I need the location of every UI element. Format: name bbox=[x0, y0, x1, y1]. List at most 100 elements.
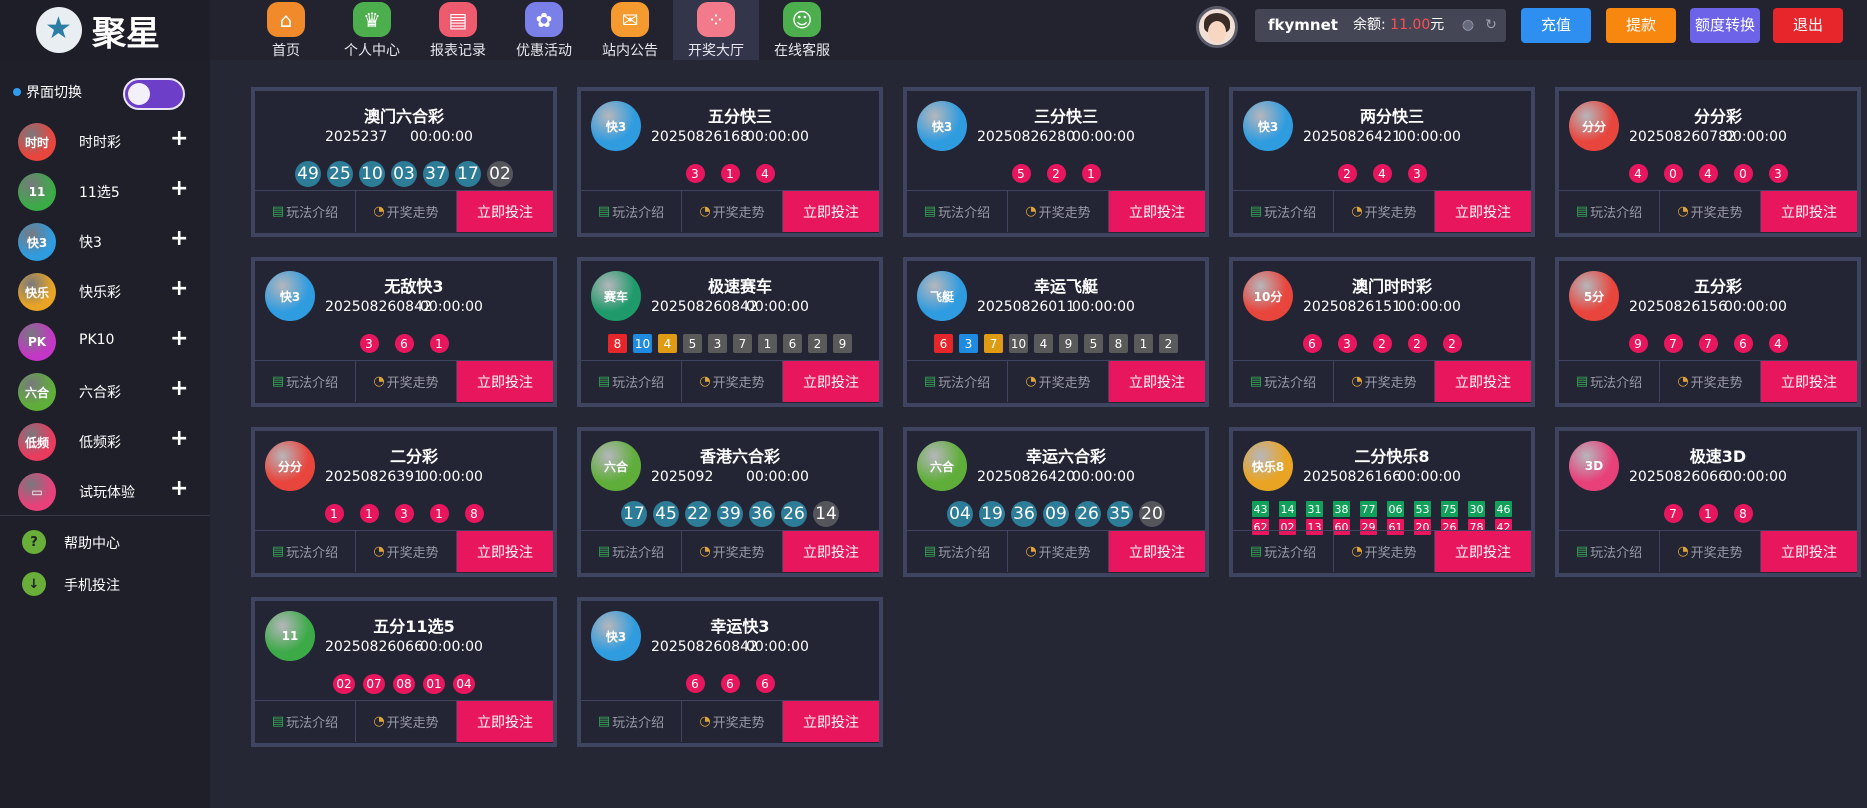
rules-button[interactable]: ▤ 玩法介绍 bbox=[581, 701, 682, 742]
nav-item-5[interactable]: ⁘ 开奖大厅 bbox=[673, 0, 759, 60]
trend-button[interactable]: ◔ 开奖走势 bbox=[1334, 191, 1435, 232]
sidebar-item-3[interactable]: 快乐 快乐彩 + bbox=[0, 265, 210, 315]
trend-button[interactable]: ◔ 开奖走势 bbox=[1660, 361, 1761, 402]
trend-button[interactable]: ◔ 开奖走势 bbox=[682, 701, 783, 742]
bet-now-button[interactable]: 立即投注 bbox=[1435, 361, 1531, 402]
logo[interactable]: ★ 聚星 bbox=[0, 0, 210, 60]
trend-button[interactable]: ◔ 开奖走势 bbox=[356, 191, 457, 232]
username[interactable]: fkymnet bbox=[1255, 9, 1351, 42]
trend-button[interactable]: ◔ 开奖走势 bbox=[356, 531, 457, 572]
trend-button[interactable]: ◔ 开奖走势 bbox=[356, 701, 457, 742]
rules-button[interactable]: ▤ 玩法介绍 bbox=[581, 531, 682, 572]
avatar[interactable] bbox=[1196, 6, 1238, 48]
rules-button[interactable]: ▤ 玩法介绍 bbox=[907, 191, 1008, 232]
plus-icon[interactable]: + bbox=[170, 276, 188, 301]
sidebar-item-5[interactable]: 六合 六合彩 + bbox=[0, 365, 210, 415]
sidebar-item-6[interactable]: 低频 低频彩 + bbox=[0, 415, 210, 465]
bet-now-button[interactable]: 立即投注 bbox=[1761, 531, 1857, 572]
refresh-icon[interactable]: ↻ bbox=[1482, 16, 1500, 34]
trend-button[interactable]: ◔ 开奖走势 bbox=[1334, 361, 1435, 402]
sidebar-item-mobile[interactable]: ↓ 手机投注 bbox=[0, 566, 210, 600]
sidebar-item-label: 11选5 bbox=[79, 185, 120, 201]
trend-icon: ◔ bbox=[699, 374, 711, 389]
brand-name: 聚星 bbox=[92, 13, 160, 54]
rules-button[interactable]: ▤ 玩法介绍 bbox=[1559, 531, 1660, 572]
plus-icon[interactable]: + bbox=[170, 126, 188, 151]
trend-button[interactable]: ◔ 开奖走势 bbox=[1660, 531, 1761, 572]
trend-button[interactable]: ◔ 开奖走势 bbox=[682, 191, 783, 232]
nav-item-0[interactable]: ⌂ 首页 bbox=[243, 0, 329, 60]
bet-now-button[interactable]: 立即投注 bbox=[1109, 191, 1205, 232]
rules-button[interactable]: ▤ 玩法介绍 bbox=[255, 531, 356, 572]
bet-now-button[interactable]: 立即投注 bbox=[457, 361, 553, 402]
plus-icon[interactable]: + bbox=[170, 476, 188, 501]
nav-item-1[interactable]: ♛ 个人中心 bbox=[329, 0, 415, 60]
bet-now-button[interactable]: 立即投注 bbox=[1435, 531, 1531, 572]
nav-item-2[interactable]: ▤ 报表记录 bbox=[415, 0, 501, 60]
bet-now-button[interactable]: 立即投注 bbox=[457, 701, 553, 742]
nav-item-4[interactable]: ✉ 站内公告 bbox=[587, 0, 673, 60]
nav-item-6[interactable]: ☺ 在线客服 bbox=[759, 0, 845, 60]
bet-now-button[interactable]: 立即投注 bbox=[1109, 531, 1205, 572]
rules-button[interactable]: ▤ 玩法介绍 bbox=[1233, 361, 1334, 402]
trend-button[interactable]: ◔ 开奖走势 bbox=[1008, 191, 1109, 232]
bet-now-button[interactable]: 立即投注 bbox=[783, 191, 879, 232]
rules-button[interactable]: ▤ 玩法介绍 bbox=[255, 701, 356, 742]
rules-button[interactable]: ▤ 玩法介绍 bbox=[907, 531, 1008, 572]
trend-button[interactable]: ◔ 开奖走势 bbox=[1660, 191, 1761, 232]
rules-button[interactable]: ▤ 玩法介绍 bbox=[581, 361, 682, 402]
sidebar-item-7[interactable]: ▭ 试玩体验 + bbox=[0, 465, 210, 515]
trend-button[interactable]: ◔ 开奖走势 bbox=[1334, 531, 1435, 572]
bet-now-button[interactable]: 立即投注 bbox=[1435, 191, 1531, 232]
action-button-0[interactable]: 充值 bbox=[1521, 8, 1591, 43]
rules-button[interactable]: ▤ 玩法介绍 bbox=[907, 361, 1008, 402]
sidebar-item-label: 快3 bbox=[79, 235, 102, 251]
game-countdown: 00:00:00 bbox=[420, 299, 483, 315]
rules-button[interactable]: ▤ 玩法介绍 bbox=[581, 191, 682, 232]
draw-numbers: 718 bbox=[1559, 504, 1857, 523]
rules-button[interactable]: ▤ 玩法介绍 bbox=[255, 191, 356, 232]
trend-button[interactable]: ◔ 开奖走势 bbox=[1008, 361, 1109, 402]
game-title: 澳门六合彩 bbox=[363, 107, 444, 126]
plus-icon[interactable]: + bbox=[170, 426, 188, 451]
nav-item-3[interactable]: ✿ 优惠活动 bbox=[501, 0, 587, 60]
action-button-2[interactable]: 额度转换 bbox=[1690, 8, 1760, 43]
sidebar-item-0[interactable]: 时时 时时彩 + bbox=[0, 115, 210, 165]
bet-now-button[interactable]: 立即投注 bbox=[1761, 191, 1857, 232]
bet-now-button[interactable]: 立即投注 bbox=[783, 701, 879, 742]
rules-button[interactable]: ▤ 玩法介绍 bbox=[1233, 531, 1334, 572]
plus-icon[interactable]: + bbox=[170, 376, 188, 401]
plus-icon[interactable]: + bbox=[170, 226, 188, 251]
trend-button[interactable]: ◔ 开奖走势 bbox=[1008, 531, 1109, 572]
action-button-3[interactable]: 退出 bbox=[1773, 8, 1843, 43]
bet-now-button[interactable]: 立即投注 bbox=[457, 531, 553, 572]
trend-button[interactable]: ◔ 开奖走势 bbox=[682, 361, 783, 402]
rules-button[interactable]: ▤ 玩法介绍 bbox=[1559, 191, 1660, 232]
bet-now-button[interactable]: 立即投注 bbox=[457, 191, 553, 232]
trend-button[interactable]: ◔ 开奖走势 bbox=[682, 531, 783, 572]
sidebar-item-4[interactable]: PK PK10 + bbox=[0, 315, 210, 365]
bet-now-button[interactable]: 立即投注 bbox=[783, 361, 879, 402]
draw-square: 38 bbox=[1333, 501, 1350, 517]
sidebar-item-1[interactable]: 11 11选5 + bbox=[0, 165, 210, 215]
ui-toggle[interactable] bbox=[123, 78, 185, 110]
plus-icon[interactable]: + bbox=[170, 326, 188, 351]
rules-button[interactable]: ▤ 玩法介绍 bbox=[1233, 191, 1334, 232]
plus-icon[interactable]: + bbox=[170, 176, 188, 201]
action-button-1[interactable]: 提款 bbox=[1606, 8, 1676, 43]
card-footer: ▤ 玩法介绍 ◔ 开奖走势 立即投注 bbox=[581, 360, 879, 403]
bet-now-button[interactable]: 立即投注 bbox=[783, 531, 879, 572]
draw-ball: 6 bbox=[1302, 334, 1322, 353]
draw-ball: 1 bbox=[429, 334, 449, 353]
bet-now-button[interactable]: 立即投注 bbox=[1109, 361, 1205, 402]
rules-button[interactable]: ▤ 玩法介绍 bbox=[255, 361, 356, 402]
rules-button[interactable]: ▤ 玩法介绍 bbox=[1559, 361, 1660, 402]
draw-ball: 49 bbox=[295, 161, 321, 187]
bet-now-button[interactable]: 立即投注 bbox=[1761, 361, 1857, 402]
hide-balance-icon[interactable]: ◍ bbox=[1459, 16, 1477, 34]
trend-button[interactable]: ◔ 开奖走势 bbox=[356, 361, 457, 402]
sidebar-item-2[interactable]: 快3 快3 + bbox=[0, 215, 210, 265]
sidebar-item-help[interactable]: ? 帮助中心 bbox=[0, 524, 210, 558]
draw-ball: 17 bbox=[455, 161, 481, 187]
draw-square: 9 bbox=[1059, 334, 1078, 353]
